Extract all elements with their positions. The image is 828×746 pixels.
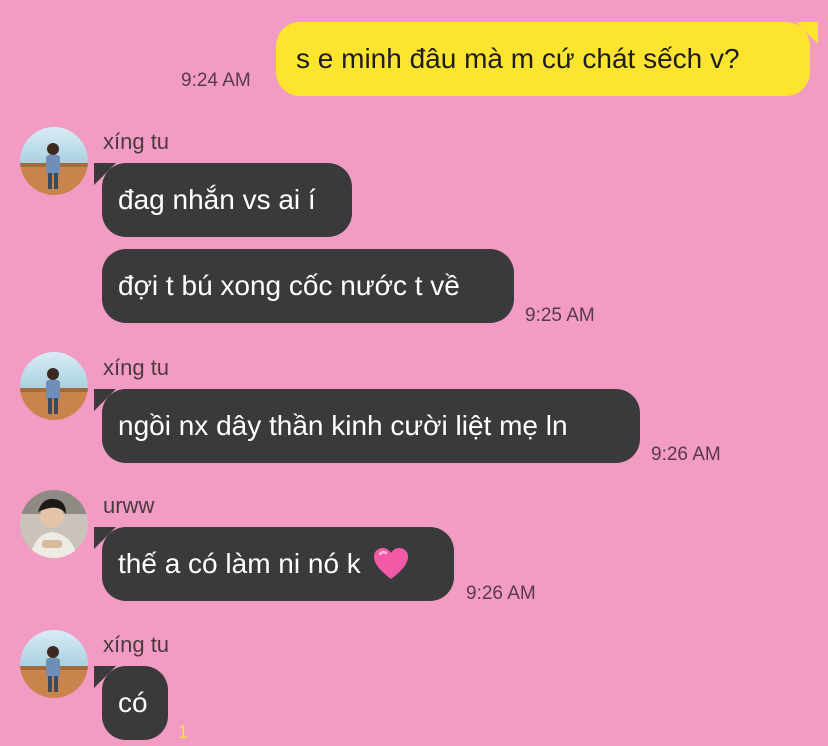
incoming-message-bubble[interactable]: đag nhắn vs ai í [94,163,352,237]
incoming-message-bubble[interactable]: thế a có làm ni nó k [94,527,454,601]
message-text: ngồi nx dây thần kinh cười liệt mẹ ln [118,410,568,441]
incoming-message-bubble[interactable]: có [94,666,168,740]
bubble-tail [94,527,116,549]
avatar-xing-tu[interactable] [20,352,88,420]
bubble-tail [94,163,116,185]
message-text: đợi t bú xong cốc nước t về [118,270,460,301]
chat-view: 9:24 AM s e minh đâu mà m cứ chát sếch v… [0,0,828,746]
bubble-tail [796,22,818,44]
bubble-tail [94,389,116,411]
message-timestamp: 9:24 AM [181,70,251,91]
avatar-photo-desert-icon [20,630,88,698]
avatar-urww[interactable] [20,490,88,558]
outgoing-message-bubble[interactable]: s e minh đâu mà m cứ chát sếch v? [276,22,818,96]
message-timestamp: 9:25 AM [525,305,595,326]
sender-name: xíng tu [103,632,170,657]
sender-name: xíng tu [103,129,170,154]
avatar-photo-person-icon [20,490,88,558]
avatar-photo-desert-icon [20,127,88,195]
message-text: đag nhắn vs ai í [118,184,316,215]
sender-name: urww [103,493,155,518]
message-text: s e minh đâu mà m cứ chát sếch v? [296,43,740,74]
avatar-xing-tu[interactable] [20,127,88,195]
incoming-message-bubble[interactable]: đợi t bú xong cốc nước t về [102,249,514,323]
avatar-photo-desert-icon [20,352,88,420]
pink-heart-icon [373,547,409,581]
unread-count: 1 [178,722,189,742]
incoming-message-bubble[interactable]: ngồi nx dây thần kinh cười liệt mẹ ln [94,389,640,463]
avatar-xing-tu[interactable] [20,630,88,698]
message-text: có [118,687,148,718]
sender-name: xíng tu [103,355,170,380]
message-timestamp: 9:26 AM [651,444,721,465]
message-timestamp: 9:26 AM [466,583,536,604]
bubble-tail [94,666,116,688]
message-text: thế a có làm ni nó k [118,548,361,579]
